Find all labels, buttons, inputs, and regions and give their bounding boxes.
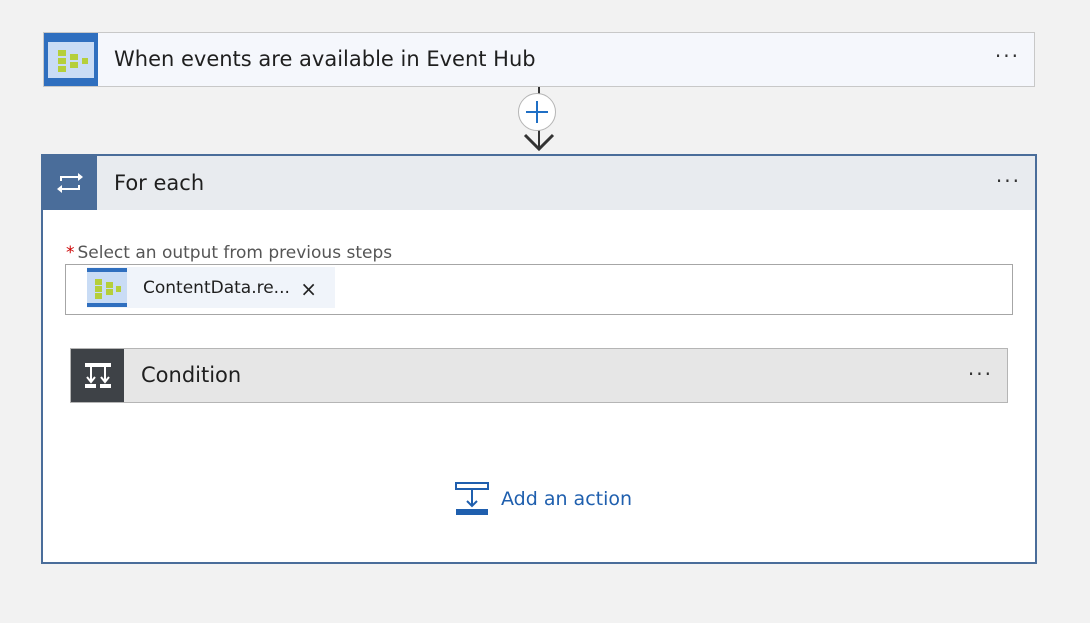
output-field-label: * Select an output from previous steps	[66, 243, 392, 263]
for-each-more-menu-button[interactable]: ···	[996, 171, 1021, 191]
dynamic-content-token[interactable]: ContentData.re... ×	[87, 267, 335, 308]
token-remove-button[interactable]: ×	[300, 279, 317, 299]
add-action-label: Add an action	[501, 488, 633, 510]
condition-icon	[71, 349, 124, 402]
insert-step-button[interactable]	[518, 93, 556, 131]
trigger-title: When events are available in Event Hub	[114, 47, 536, 71]
token-label: ContentData.re...	[143, 277, 290, 298]
add-action-icon	[455, 482, 489, 515]
for-each-card: For each ··· * Select an output from prev…	[41, 154, 1037, 564]
for-each-header[interactable]: For each ···	[43, 156, 1035, 210]
for-each-title: For each	[114, 171, 205, 195]
plus-icon	[526, 101, 548, 123]
condition-more-menu-button[interactable]: ···	[968, 364, 993, 384]
event-hub-icon	[87, 268, 127, 307]
condition-card[interactable]: Condition ···	[70, 348, 1008, 403]
add-action-button[interactable]: Add an action	[455, 482, 632, 516]
required-marker: *	[66, 243, 75, 263]
arrow-down-icon	[523, 133, 555, 152]
trigger-more-menu-button[interactable]: ···	[995, 46, 1020, 66]
output-label-text: Select an output from previous steps	[77, 243, 393, 263]
condition-title: Condition	[141, 363, 242, 387]
event-hub-trigger-card[interactable]: When events are available in Event Hub ·…	[43, 32, 1035, 87]
output-select-field[interactable]: ContentData.re... ×	[65, 264, 1013, 315]
event-hub-icon	[44, 33, 98, 86]
loop-icon	[43, 156, 97, 210]
